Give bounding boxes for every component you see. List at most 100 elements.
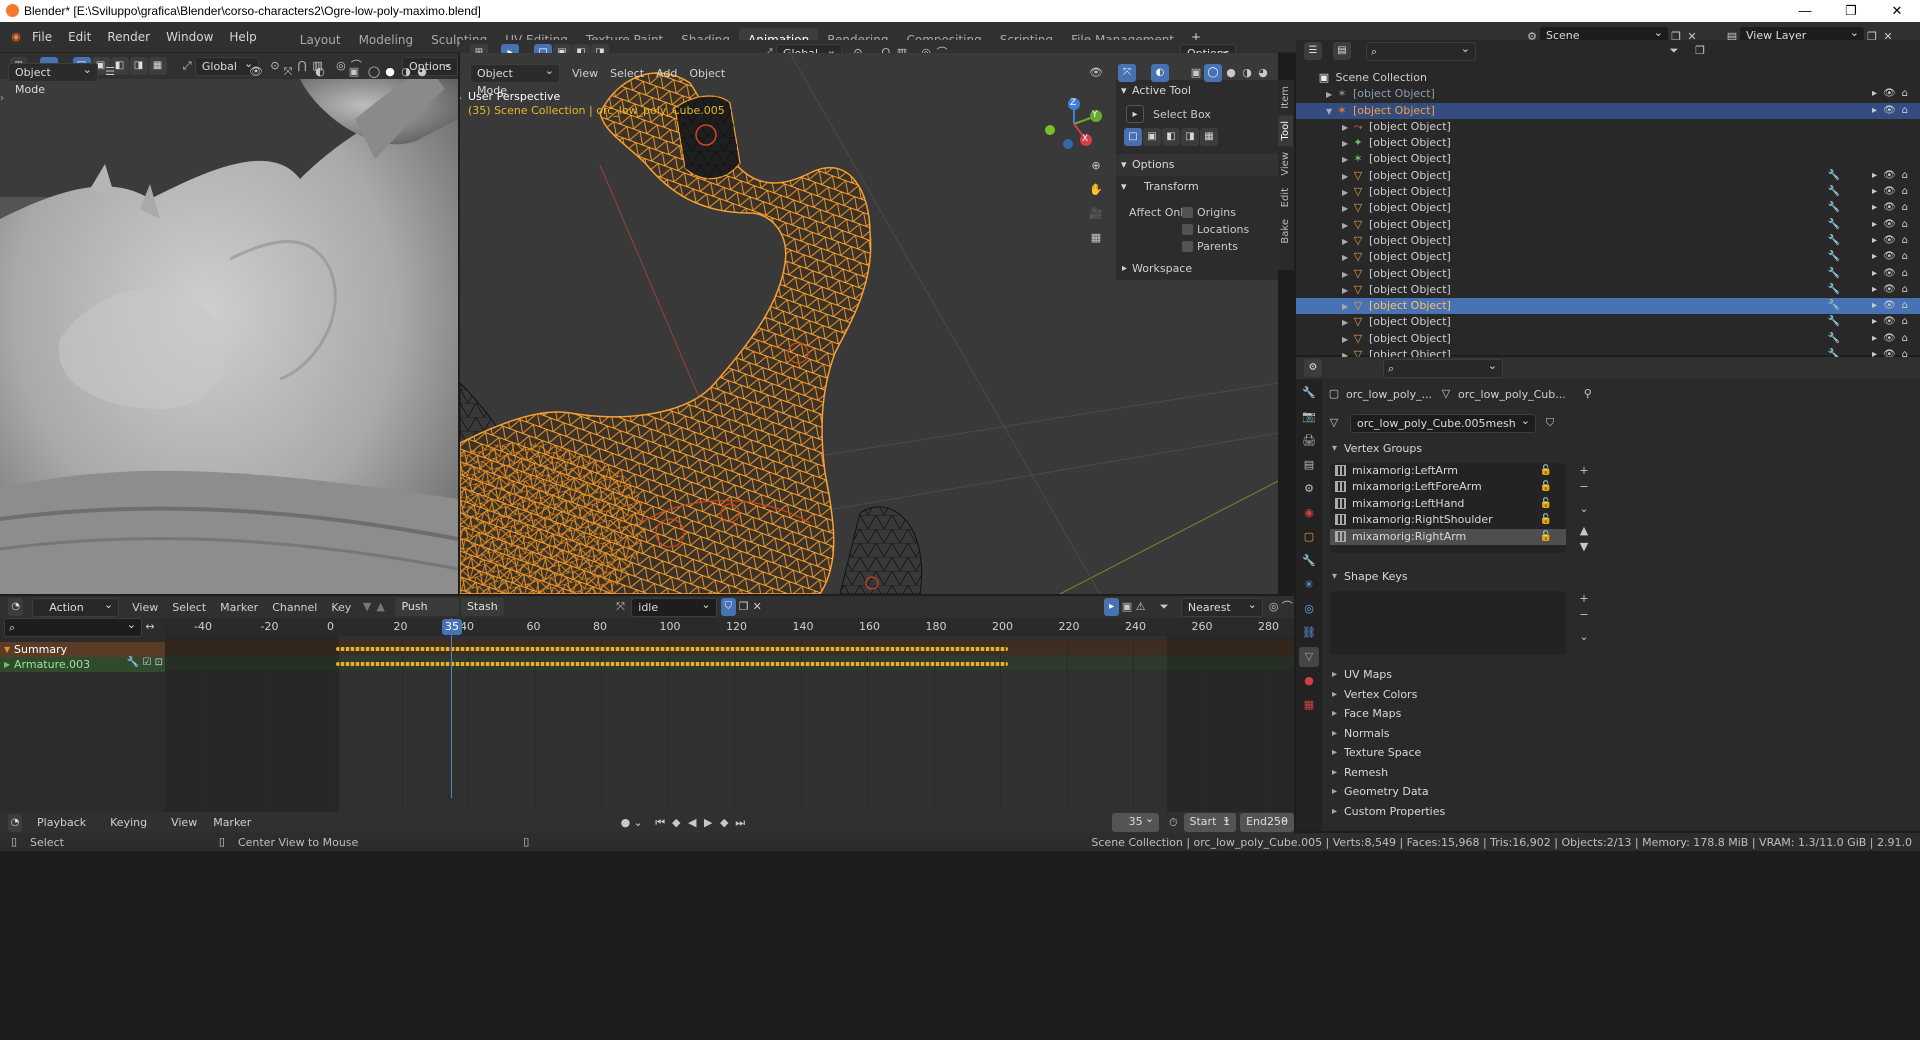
action-name-field[interactable]: idle [631, 596, 717, 617]
expand-arrow-icon[interactable]: ▼ [1326, 104, 1336, 120]
object-context-label[interactable]: orc_low_poly_... [1346, 388, 1432, 401]
expand-arrow-icon[interactable]: ▶ [1342, 283, 1352, 299]
vertex-group-item[interactable]: mixamorig:RightArm 🔓 [1330, 528, 1566, 545]
snap-mode-dropdown[interactable]: Nearest Frame [1180, 596, 1263, 631]
checkbox-locations[interactable] [1182, 223, 1193, 235]
playback-menu-view[interactable]: View [163, 816, 205, 829]
move-group-down-icon[interactable]: ▼ [1576, 539, 1592, 555]
outliner-item[interactable]: ▶ ⤳ [object Object] [1296, 119, 1920, 135]
outliner-item[interactable]: ▶ ▽ [object Object] ▸👁⌂ 🔧 [1296, 184, 1920, 200]
camera-view-icon[interactable]: 🎥 [1088, 206, 1104, 230]
menu-file[interactable]: File [24, 22, 60, 53]
visibility-toggles[interactable]: ▸👁⌂ [1872, 103, 1914, 119]
play-icon[interactable]: ▶ [700, 815, 716, 831]
main-xray-icon[interactable]: ▣ [1188, 65, 1204, 81]
viewport-menu-select[interactable]: Select [604, 67, 650, 80]
gizmo-icon[interactable]: ⤧ [280, 64, 296, 80]
main-overlay-icon[interactable]: ◐ [1151, 64, 1169, 82]
section-normals[interactable]: Normals [1326, 724, 1920, 744]
object-props-icon[interactable]: ▢ [1299, 527, 1319, 547]
sidebar-tab-view[interactable]: View [1278, 146, 1293, 182]
only-errors-icon[interactable]: ⚠ [1134, 599, 1148, 615]
visibility-toggles[interactable]: ▸👁⌂ [1872, 298, 1914, 314]
tool-mode-set-icon[interactable]: □ [1124, 128, 1142, 146]
menu-render[interactable]: Render [99, 22, 158, 53]
visibility-toggles[interactable]: ▸👁⌂ [1872, 331, 1914, 347]
outliner-item[interactable]: ▶ ✶ [object Object] [1296, 151, 1920, 167]
physics-props-icon[interactable]: ◎ [1299, 599, 1319, 619]
timeline-editor-icon[interactable]: ◔ [8, 813, 23, 832]
main-shading-solid-icon[interactable]: ● [1223, 65, 1239, 81]
tool-mode-invert-icon[interactable]: ◨ [1181, 128, 1199, 146]
properties-editor-icon[interactable]: ⚙ [1304, 359, 1322, 377]
render-props-icon[interactable]: 📷 [1299, 407, 1319, 427]
jump-end-icon[interactable]: ⏭ [732, 815, 748, 831]
overlay-icon[interactable]: ◐ [312, 64, 328, 80]
outliner-display-mode-icon[interactable]: ▤ [1333, 42, 1351, 60]
expand-arrow-icon[interactable]: ▶ [1326, 87, 1336, 103]
action-menu-select[interactable]: Select [165, 601, 213, 614]
data-props-icon[interactable]: ▽ [1299, 647, 1319, 667]
play-reverse-icon[interactable]: ◀ [684, 815, 700, 831]
tool-props-icon[interactable]: 🔧 [1299, 383, 1319, 403]
lock-icon[interactable]: 🔓 [1540, 479, 1552, 495]
outliner-item[interactable]: ▶ ▽ [object Object] ▸👁⌂ 🔧 [1296, 233, 1920, 249]
main-object-mode-dropdown[interactable]: Object Mode [470, 62, 560, 97]
expand-arrow-icon[interactable]: ▶ [1342, 201, 1352, 217]
lock-icon[interactable]: 🔓 [1540, 529, 1552, 545]
visibility-toggles[interactable]: ▸👁⌂ [1872, 282, 1914, 298]
proportional-falloff-icon[interactable]: ⌒ [1280, 599, 1294, 615]
vertex-group-item[interactable]: mixamorig:RightShoulder 🔓 [1330, 512, 1566, 528]
material-props-icon[interactable]: ● [1299, 671, 1319, 691]
shading-wire-icon[interactable]: ◯ [366, 64, 382, 80]
main-shading-material-icon[interactable]: ◑ [1239, 65, 1255, 81]
visibility-toggles[interactable]: ▸👁⌂ [1872, 184, 1914, 200]
armature-expand-icon[interactable]: ▶ [4, 660, 14, 669]
maximize-button[interactable]: ❐ [1828, 0, 1874, 22]
lock-icon[interactable]: 🔓 [1540, 512, 1552, 528]
visibility-toggles[interactable]: ▸👁⌂ [1872, 217, 1914, 233]
expand-arrow-icon[interactable]: ▶ [1342, 234, 1352, 250]
summary-keyframes[interactable] [336, 647, 1008, 651]
viewport-menu-object[interactable]: Object [683, 67, 731, 80]
next-keyframe-icon[interactable]: ◆ [716, 815, 732, 831]
tool-mode-extend-icon[interactable]: ▣ [1143, 128, 1161, 146]
armature-channel-toggles[interactable]: 🔧 ☑ ⊡ [127, 657, 163, 668]
start-frame-field[interactable]: Start 1 [1183, 810, 1237, 832]
visibility-toggles[interactable]: ▸👁⌂ [1872, 233, 1914, 249]
section-remesh[interactable]: Remesh [1326, 763, 1920, 783]
expand-arrow-icon[interactable]: ▶ [1342, 315, 1352, 331]
shading-material-icon[interactable]: ◑ [398, 64, 414, 80]
sidebar-tab-edit[interactable]: Edit [1278, 182, 1293, 213]
view-layer-props-icon[interactable]: ▤ [1299, 455, 1319, 475]
left-menu-toggle-icon[interactable]: ☰ [102, 64, 118, 80]
push-down-button[interactable]: Push Down [395, 598, 459, 631]
active-tool-header[interactable]: Active Tool [1116, 80, 1278, 102]
main-shading-rendered-icon[interactable]: ◕ [1255, 65, 1271, 81]
zoom-icon[interactable]: ⊕ [1088, 158, 1104, 182]
preview-range-icon[interactable]: ⏱ [1167, 815, 1179, 831]
move-group-up-icon[interactable]: ▲ [1576, 523, 1592, 539]
vertex-groups-header[interactable]: Vertex Groups [1326, 439, 1920, 459]
checkbox-parents[interactable] [1182, 240, 1193, 252]
vertex-group-item[interactable]: mixamorig:LeftArm 🔓 [1330, 463, 1566, 479]
section-uv-maps[interactable]: UV Maps [1326, 665, 1920, 685]
summary-expand-icon[interactable]: ▼ [4, 645, 14, 654]
visibility-icon[interactable]: 👁 [248, 64, 264, 80]
particles-props-icon[interactable]: ✳ [1299, 575, 1319, 595]
pin-icon[interactable]: ⚲ [1580, 386, 1596, 402]
options-header[interactable]: Options [1116, 154, 1278, 176]
playhead-line[interactable] [451, 618, 452, 798]
minimize-button[interactable]: — [1782, 0, 1828, 22]
shape-keys-header[interactable]: Shape Keys [1326, 567, 1920, 587]
playback-menu-playback[interactable]: Playback [29, 816, 102, 829]
shape-key-menu-icon[interactable]: ⌄ [1576, 629, 1592, 645]
outliner-item[interactable]: ▶ ▽ [object Object] ▸👁⌂ 🔧 [1296, 282, 1920, 298]
outliner-item[interactable]: ▶ ✦ [object Object] [1296, 135, 1920, 151]
end-frame-field[interactable]: End 250 [1240, 810, 1294, 832]
stash-button[interactable]: Stash [460, 598, 504, 616]
close-window-button[interactable]: ✕ [1874, 0, 1920, 22]
lock-icon[interactable]: 🔓 [1540, 463, 1552, 479]
outliner-item[interactable]: ▼ ✶ [object Object] ▸👁⌂ [1296, 102, 1920, 120]
visibility-toggles[interactable]: ▸👁⌂ [1872, 314, 1914, 330]
